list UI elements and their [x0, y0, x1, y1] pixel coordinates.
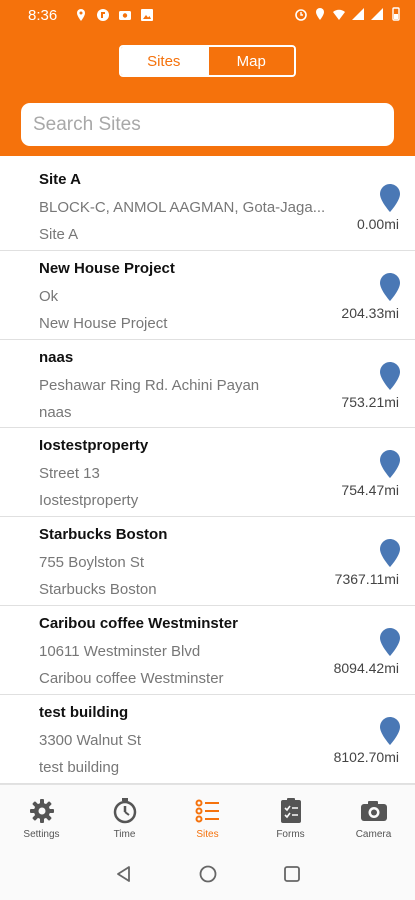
site-address: 10611 Westminster Blvd — [39, 642, 201, 660]
nav-camera[interactable]: Camera — [332, 785, 415, 847]
map-pin-icon[interactable] — [380, 272, 400, 301]
map-tab[interactable]: Map — [206, 47, 294, 75]
system-navigation-bar — [0, 846, 415, 900]
site-name: Iostestproperty — [39, 437, 149, 455]
site-subtitle: Caribou coffee Westminster — [39, 669, 224, 687]
site-address: Peshawar Ring Rd. Achini Payan — [39, 376, 260, 394]
alarm-icon — [295, 9, 307, 21]
site-address: Ok — [39, 287, 59, 305]
home-icon[interactable] — [198, 864, 218, 884]
site-distance: 204.33mi — [341, 304, 399, 321]
site-subtitle: New House Project — [39, 314, 168, 332]
recents-icon[interactable] — [282, 864, 302, 884]
image-notification-icon — [141, 9, 153, 21]
camera-notification-icon — [119, 11, 131, 20]
bottom-navigation: Settings Time Sites Forms Camera — [0, 784, 415, 847]
site-row[interactable]: Site A BLOCK-C, ANMOL AAGMAN, Gota-Jaga..… — [0, 162, 415, 251]
map-pin-icon[interactable] — [380, 716, 400, 745]
site-name: Starbucks Boston — [39, 526, 168, 544]
nav-forms-label: Forms — [276, 829, 305, 840]
view-toggle: Sites Map — [119, 45, 296, 77]
site-subtitle: Site A — [39, 226, 79, 243]
site-list: Site A BLOCK-C, ANMOL AAGMAN, Gota-Jaga..… — [0, 162, 415, 784]
camera-icon — [360, 801, 387, 821]
nav-settings-label: Settings — [23, 829, 60, 840]
site-address: Street 13 — [39, 465, 100, 483]
signal-icon — [352, 8, 364, 20]
back-icon[interactable] — [114, 864, 134, 884]
site-name: New House Project — [39, 259, 175, 277]
site-row[interactable]: test building 3300 Walnut St test building… — [0, 695, 415, 784]
nav-sites[interactable]: Sites — [166, 785, 249, 847]
site-address: 3300 Walnut St — [39, 731, 142, 749]
list-icon — [195, 799, 219, 823]
site-name: test building — [39, 703, 129, 721]
status-bar: 8:36 — [0, 0, 415, 32]
nav-settings[interactable]: Settings — [0, 785, 83, 847]
site-row[interactable]: Iostestproperty Street 13 Iostestproperty 7… — [0, 428, 415, 518]
location-notification-icon — [77, 9, 85, 21]
sites-tab[interactable]: Sites — [121, 47, 207, 75]
wifi-icon — [333, 9, 345, 20]
search-box — [21, 103, 394, 146]
site-address: BLOCK-C, ANMOL AAGMAN, Gota-Jaga... — [39, 199, 326, 216]
search-input[interactable] — [21, 103, 394, 146]
nav-time[interactable]: Time — [83, 785, 166, 847]
site-distance: 8094.42mi — [333, 659, 399, 676]
site-distance: 753.21mi — [341, 393, 399, 410]
battery-icon — [392, 7, 400, 21]
site-address: 755 Boylston St — [39, 554, 145, 572]
nav-time-label: Time — [113, 829, 136, 840]
site-subtitle: Iostestproperty — [39, 492, 139, 510]
site-distance: 0.00mi — [356, 216, 399, 232]
app-notification-icon — [97, 9, 109, 21]
site-name: Caribou coffee Westminster — [39, 614, 238, 632]
map-pin-icon[interactable] — [380, 539, 400, 568]
nav-camera-label: Camera — [355, 829, 392, 840]
site-name: naas — [39, 348, 74, 366]
map-pin-icon[interactable] — [380, 361, 400, 390]
site-row[interactable]: naas Peshawar Ring Rd. Achini Payan naas 75… — [0, 340, 415, 429]
signal-icon-2 — [371, 8, 383, 20]
site-subtitle: Starbucks Boston — [39, 581, 157, 599]
site-name: Site A — [39, 171, 81, 188]
site-subtitle: naas — [39, 403, 72, 421]
location-icon — [316, 8, 324, 20]
site-distance: 754.47mi — [341, 482, 399, 499]
status-time: 8:36 — [28, 7, 58, 24]
gear-icon — [29, 799, 54, 823]
nav-sites-label: Sites — [196, 829, 219, 840]
nav-forms[interactable]: Forms — [249, 785, 332, 847]
site-row[interactable]: Starbucks Boston 755 Boylston St Starbucks… — [0, 517, 415, 606]
map-pin-icon[interactable] — [380, 450, 400, 479]
stopwatch-icon — [113, 798, 136, 824]
clipboard-icon — [280, 798, 301, 823]
map-pin-icon[interactable] — [380, 184, 400, 212]
app-header: 8:36 Sites Map — [0, 0, 415, 156]
site-subtitle: test building — [39, 758, 120, 776]
site-distance: 7367.11mi — [334, 571, 399, 588]
site-row[interactable]: Caribou coffee Westminster 10611 Westmins… — [0, 606, 415, 695]
map-pin-icon[interactable] — [380, 627, 400, 656]
site-row[interactable]: New House Project Ok New House Project 204.… — [0, 251, 415, 340]
site-distance: 8102.70mi — [333, 748, 399, 765]
